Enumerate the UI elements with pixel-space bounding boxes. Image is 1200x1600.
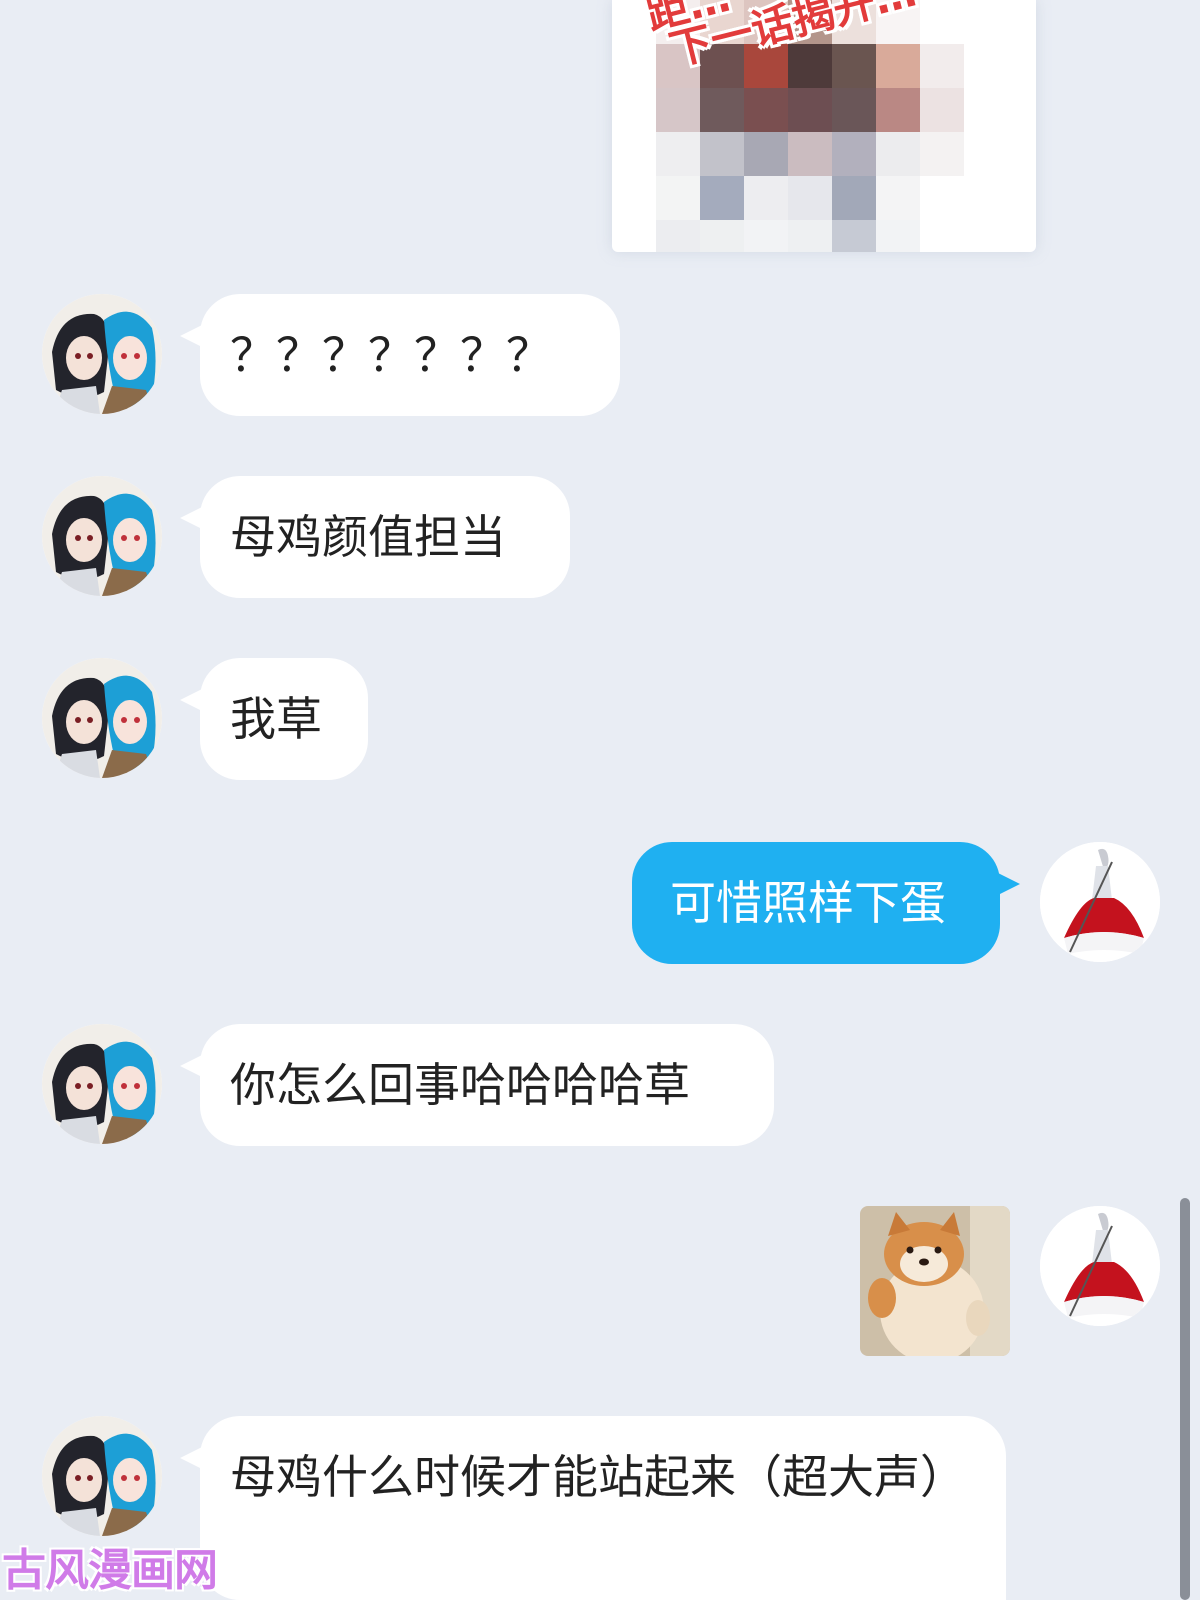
message-bubble[interactable]: 母鸡颜值担当 [180, 476, 570, 598]
scrollbar[interactable] [1180, 1198, 1190, 1600]
message-bubble[interactable]: 母鸡什么时候才能站起来（超大声） [180, 1416, 1006, 1600]
anime-duo-avatar[interactable] [42, 658, 162, 778]
anime-duo-avatar[interactable] [42, 476, 162, 596]
blurred-image-message[interactable]: 距… 下一话揭开… [612, 0, 1036, 252]
anime-duo-avatar[interactable] [42, 1416, 162, 1536]
white-red-dress-avatar[interactable] [1040, 842, 1160, 962]
anime-duo-avatar[interactable] [42, 294, 162, 414]
white-red-dress-avatar[interactable] [1040, 1206, 1160, 1326]
message-bubble[interactable]: 你怎么回事哈哈哈哈草 [180, 1024, 774, 1146]
message-bubble[interactable]: 我草 [180, 658, 368, 780]
shiba-dog-sticker[interactable] [860, 1206, 1010, 1356]
message-bubble[interactable]: ？？？？？？？ [180, 294, 620, 416]
anime-duo-avatar[interactable] [42, 1024, 162, 1144]
watermark: 古风漫画网 [2, 1545, 218, 1596]
sent-message-bubble[interactable]: 可惜照样下蛋 [632, 842, 1020, 964]
